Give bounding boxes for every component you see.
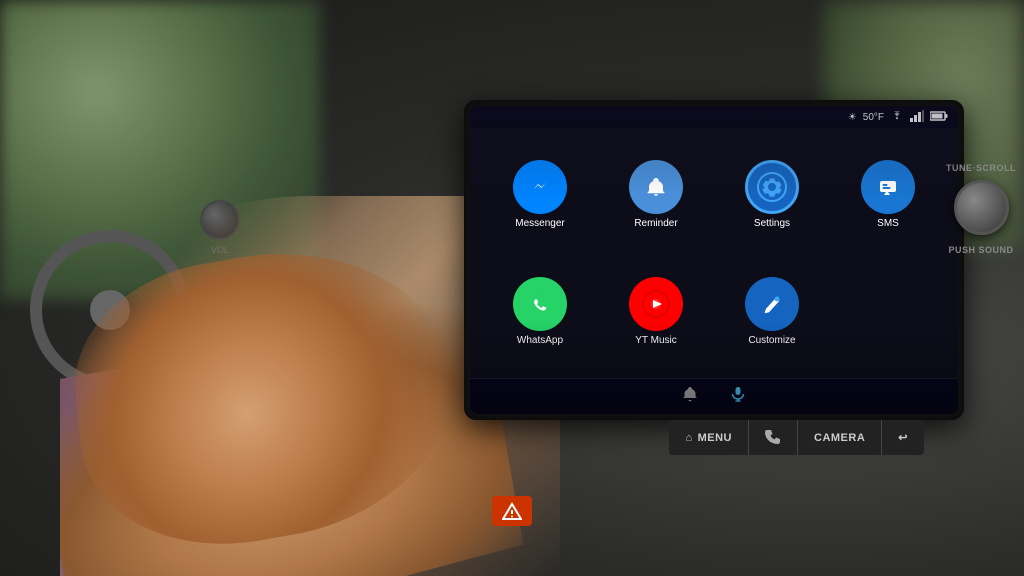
app-grid: Messenger Reminder <box>470 128 958 378</box>
ytmusic-label: YT Music <box>635 335 677 346</box>
sms-icon <box>861 160 915 214</box>
battery-icon <box>930 111 948 124</box>
weather-icon: ☀ <box>848 112 857 123</box>
hand-shape <box>60 196 524 576</box>
hardware-buttons: ⌂ MENU CAMERA ↩ <box>669 420 924 455</box>
infotainment-screen[interactable]: ☀ 50°F <box>470 106 958 414</box>
wifi-icon <box>890 111 904 124</box>
whatsapp-label: WhatsApp <box>517 335 563 346</box>
app-whatsapp[interactable]: WhatsApp <box>486 257 594 366</box>
whatsapp-icon <box>513 277 567 331</box>
menu-home-icon: ⌂ <box>685 432 692 444</box>
hazard-button[interactable] <box>492 496 532 526</box>
reminder-icon <box>629 160 683 214</box>
reminder-label: Reminder <box>634 218 677 229</box>
app-ytmusic[interactable]: YT Music <box>602 257 710 366</box>
dock-mic-icon[interactable] <box>729 385 747 408</box>
app-settings[interactable]: Settings <box>718 140 826 249</box>
phone-icon <box>765 428 781 447</box>
app-sms[interactable]: SMS <box>834 140 942 249</box>
customize-label: Customize <box>748 335 795 346</box>
tune-label: TUNE·SCROLL <box>946 163 1016 173</box>
push-sound-label: PUSH SOUND <box>946 245 1016 255</box>
status-bar: ☀ 50°F <box>470 106 958 128</box>
messenger-icon <box>513 160 567 214</box>
camera-button[interactable]: CAMERA <box>798 420 882 455</box>
phone-button[interactable] <box>749 420 798 455</box>
dock-bell-icon[interactable] <box>681 385 699 408</box>
customize-icon <box>745 277 799 331</box>
app-messenger[interactable]: Messenger <box>486 140 594 249</box>
temperature: 50°F <box>863 112 884 123</box>
back-button[interactable]: ↩ <box>882 420 924 455</box>
settings-label: Settings <box>754 218 790 229</box>
messenger-label: Messenger <box>515 218 564 229</box>
signal-bars <box>910 110 924 125</box>
app-reminder[interactable]: Reminder <box>602 140 710 249</box>
camera-label: CAMERA <box>814 432 865 444</box>
bottom-dock <box>470 378 958 414</box>
screen-bezel: ☀ 50°F <box>464 100 964 420</box>
ytmusic-icon <box>629 277 683 331</box>
settings-icon <box>745 160 799 214</box>
menu-button[interactable]: ⌂ MENU <box>669 420 749 455</box>
back-icon: ↩ <box>898 431 908 444</box>
app-customize[interactable]: Customize <box>718 257 826 366</box>
tune-scroll-knob[interactable] <box>954 180 1009 235</box>
sms-label: SMS <box>877 218 899 229</box>
